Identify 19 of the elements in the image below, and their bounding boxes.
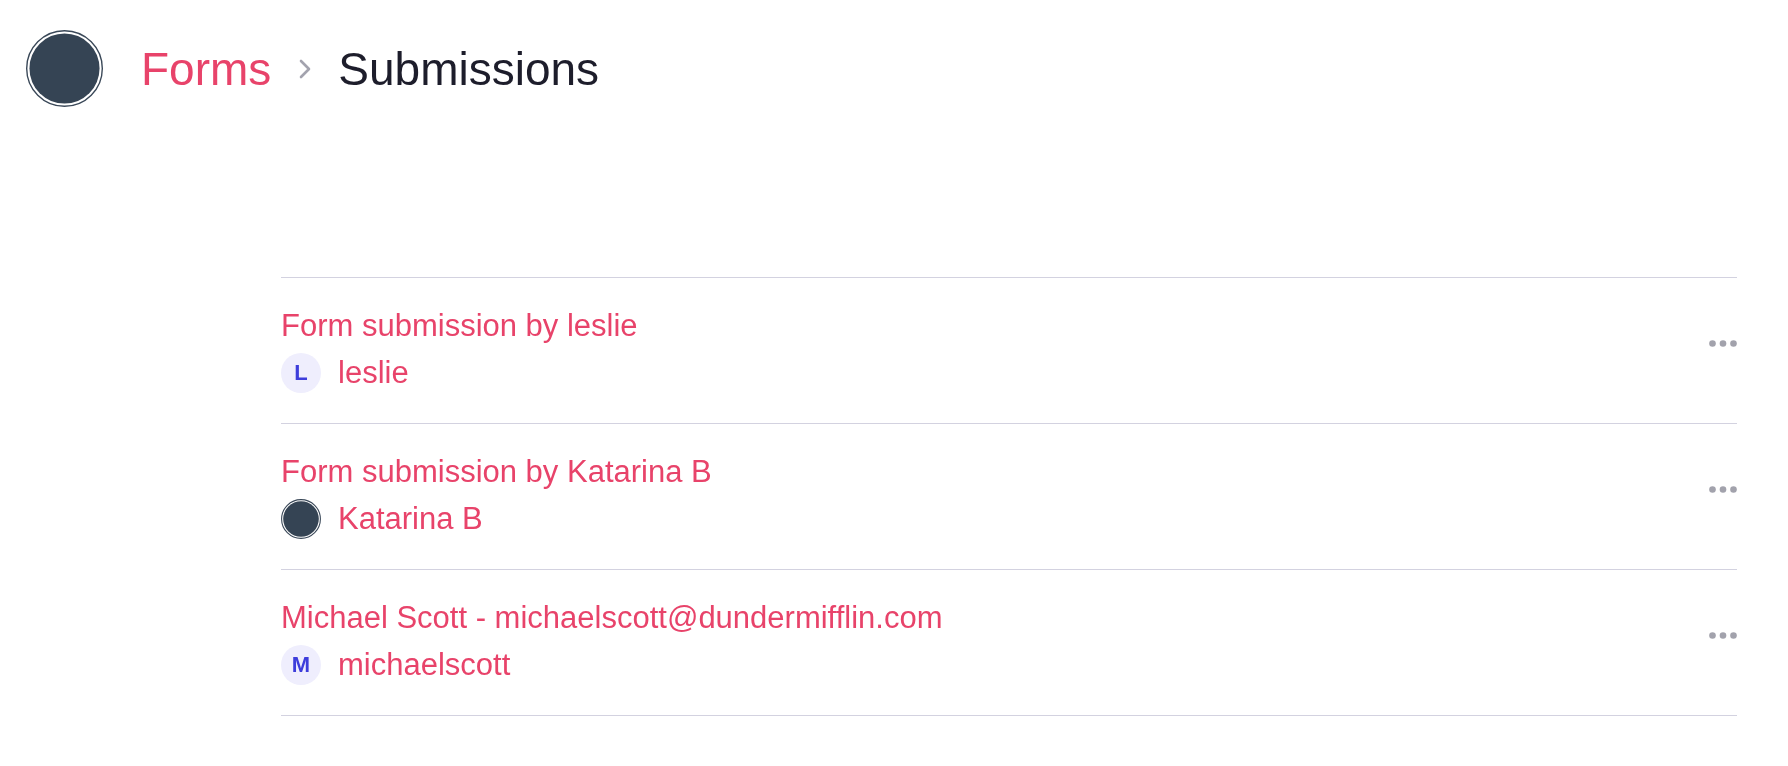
- more-icon: [1709, 486, 1737, 493]
- user-name-link[interactable]: leslie: [338, 353, 409, 393]
- submission-title-link[interactable]: Form submission by Katarina B: [281, 452, 712, 492]
- avatar-icon: [281, 499, 321, 539]
- more-icon: [1709, 340, 1737, 347]
- user-name-link[interactable]: michaelscott: [338, 645, 511, 685]
- page-title: Submissions: [338, 41, 600, 97]
- more-button[interactable]: [1709, 632, 1737, 639]
- initial-avatar: L: [281, 353, 321, 393]
- breadcrumb-link[interactable]: Forms: [141, 40, 272, 97]
- submission-title-link[interactable]: Michael Scott - michaelscott@dundermifflin.com: [281, 598, 943, 638]
- initial-avatar: M: [281, 645, 321, 685]
- more-icon: [1709, 632, 1737, 639]
- user-name-link[interactable]: Katarina B: [338, 499, 483, 539]
- submission-title-link[interactable]: Form submission by leslie: [281, 306, 638, 346]
- more-button[interactable]: [1709, 340, 1737, 347]
- more-button[interactable]: [1709, 486, 1737, 493]
- avatar-icon: [26, 30, 103, 107]
- chevron-icon: [299, 58, 312, 79]
